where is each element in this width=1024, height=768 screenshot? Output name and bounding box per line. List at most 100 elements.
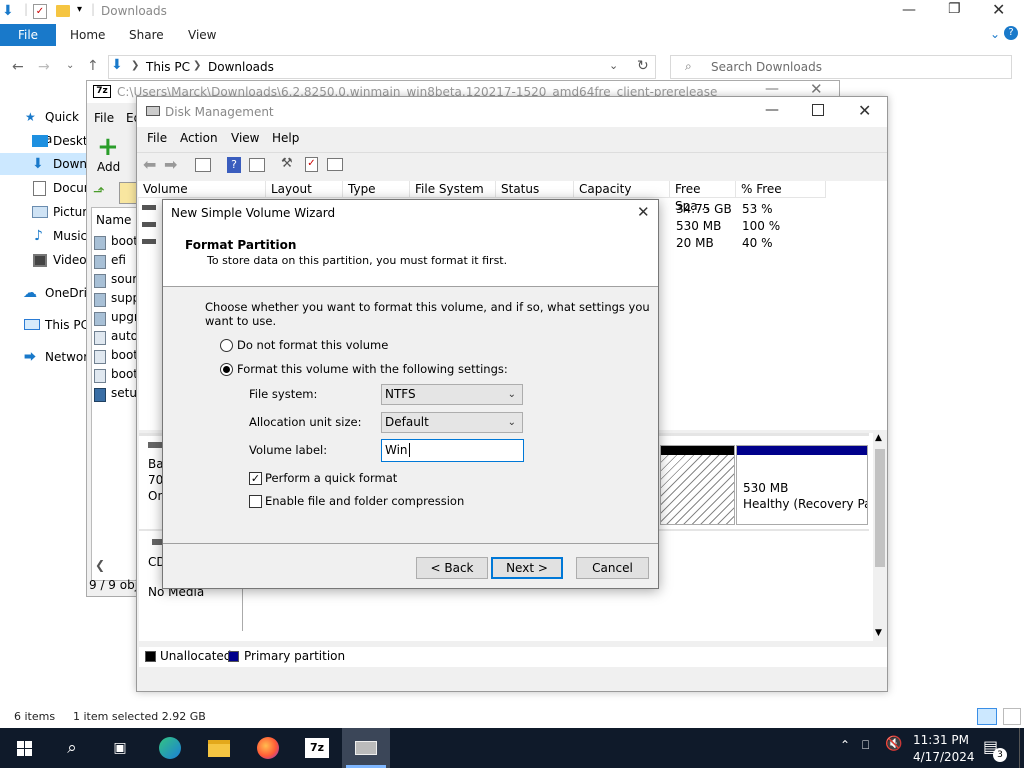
recovery-partition[interactable]: 530 MB Healthy (Recovery Part xyxy=(736,445,868,525)
search-icon[interactable]: ⌕ xyxy=(48,728,96,768)
back-button[interactable]: < Back xyxy=(416,557,488,579)
allocation-unit-select[interactable]: Default ⌄ xyxy=(381,412,523,433)
column-status[interactable]: Status xyxy=(496,181,574,198)
scroll-down-icon[interactable]: ▼ xyxy=(875,628,882,638)
nav-item-onedrive[interactable]: ☁ OneDriv xyxy=(0,282,94,304)
column-capacity[interactable]: Capacity xyxy=(574,181,670,198)
list-view-icon[interactable] xyxy=(327,158,343,171)
tab-home[interactable]: Home xyxy=(70,24,105,46)
details-view-icon[interactable] xyxy=(977,708,997,725)
chevron-down-icon[interactable]: ⌄ xyxy=(609,59,618,72)
nav-item-this-pc[interactable]: This PC xyxy=(0,314,90,336)
nav-item-quick-access[interactable]: ★ Quick a xyxy=(0,106,90,146)
chevron-up-icon[interactable]: ⌃ xyxy=(840,738,850,752)
disk-management-taskbar-icon[interactable] xyxy=(342,728,390,768)
forward-arrow-icon[interactable]: ➡ xyxy=(164,155,177,174)
column-free-space[interactable]: Free Spa... xyxy=(670,181,736,213)
new-folder-icon[interactable] xyxy=(56,5,70,17)
scrollbar[interactable]: ▲ ▼ xyxy=(873,433,887,641)
check-icon[interactable]: ✓ xyxy=(305,157,318,172)
nav-item-music[interactable]: ♪ Music xyxy=(0,225,90,247)
minimize-button[interactable]: — xyxy=(765,81,779,97)
back-arrow-icon[interactable]: ⬅ xyxy=(143,155,156,174)
back-button[interactable]: ← xyxy=(12,59,24,75)
up-button[interactable]: ↑ xyxy=(87,58,99,74)
menu-action[interactable]: Action xyxy=(180,131,218,145)
task-view-icon[interactable]: ▣ xyxy=(96,728,144,768)
column-name[interactable]: Name xyxy=(96,213,131,227)
unallocated-partition[interactable] xyxy=(660,445,735,525)
scroll-left-icon[interactable]: ❮ xyxy=(95,558,105,572)
7zip-add-label: Add xyxy=(97,160,121,174)
console-tree-icon[interactable] xyxy=(195,158,211,172)
volume-label-input[interactable]: Win xyxy=(381,439,524,462)
search-input[interactable]: ⌕ Search Downloads xyxy=(670,55,1012,79)
menu-file[interactable]: File xyxy=(147,131,167,145)
compression-label[interactable]: Enable file and folder compression xyxy=(265,494,464,508)
volume-muted-icon[interactable]: 🔇 xyxy=(885,736,902,752)
properties-icon[interactable] xyxy=(249,158,265,172)
option-format-volume-label[interactable]: Format this volume with the following se… xyxy=(237,362,508,376)
compression-checkbox[interactable] xyxy=(249,495,262,508)
radio-format-volume[interactable] xyxy=(220,363,233,376)
breadcrumb-downloads[interactable]: Downloads xyxy=(208,60,274,74)
menu-view[interactable]: View xyxy=(231,131,259,145)
nav-item-documents[interactable]: Docum xyxy=(0,177,95,199)
file-system-select[interactable]: NTFS ⌄ xyxy=(381,384,523,405)
recent-dropdown[interactable]: ⌄ xyxy=(66,60,74,71)
minimize-button[interactable]: — xyxy=(765,102,779,118)
refresh-icon[interactable]: ↻ xyxy=(637,58,649,74)
ribbon-expand-icon[interactable]: ⌄ xyxy=(990,27,1000,41)
address-bar[interactable]: ⬇ ❯ This PC ❯ Downloads ⌄ ↻ xyxy=(108,55,656,79)
close-button[interactable]: ✕ xyxy=(858,101,871,120)
folder-up-icon[interactable]: ⬏ xyxy=(93,184,105,200)
cancel-button[interactable]: Cancel xyxy=(576,557,649,579)
nav-item-desktop[interactable]: Deskto xyxy=(0,130,95,152)
tab-share[interactable]: Share xyxy=(129,24,164,46)
7zip-menu-file[interactable]: File xyxy=(94,111,114,125)
file-explorer-icon[interactable] xyxy=(195,728,243,768)
nav-item-videos[interactable]: Videos xyxy=(0,249,93,271)
forward-button[interactable]: → xyxy=(38,59,50,75)
tab-view[interactable]: View xyxy=(188,24,216,46)
next-button[interactable]: Next > xyxy=(491,557,563,579)
add-icon[interactable]: + xyxy=(97,134,119,160)
quick-access-dropdown-icon[interactable]: ▾ xyxy=(77,4,82,15)
start-button[interactable] xyxy=(0,728,48,768)
7zip-taskbar-icon[interactable]: 7z xyxy=(293,728,341,768)
minimize-button[interactable]: — xyxy=(902,2,916,18)
show-desktop-button[interactable] xyxy=(1019,728,1024,768)
properties-icon[interactable]: ✓ xyxy=(33,4,47,19)
help-icon[interactable]: ? xyxy=(1004,26,1018,40)
quick-format-checkbox[interactable]: ✓ xyxy=(249,472,262,485)
column-file-system[interactable]: File System xyxy=(410,181,496,198)
window-title: Downloads xyxy=(101,4,167,18)
music-icon: ♪ xyxy=(34,228,43,244)
close-button[interactable]: ✕ xyxy=(637,203,650,221)
nav-item-network[interactable]: ⮕ Networ xyxy=(0,346,90,368)
breadcrumb-this-pc[interactable]: This PC xyxy=(146,60,190,74)
nav-item-pictures[interactable]: Pictur xyxy=(0,201,90,223)
maximize-button[interactable] xyxy=(812,104,824,116)
network-icon[interactable]: ⎕ xyxy=(862,738,869,753)
maximize-button[interactable]: ❐ xyxy=(948,1,961,17)
clock-date[interactable]: 4/17/2024 xyxy=(913,750,975,764)
edge-icon[interactable] xyxy=(146,728,194,768)
help-icon[interactable]: ? xyxy=(227,157,241,173)
connect-icon[interactable]: ⚒ xyxy=(281,156,293,171)
column-layout[interactable]: Layout xyxy=(266,181,343,198)
scroll-up-icon[interactable]: ▲ xyxy=(875,433,882,443)
menu-help[interactable]: Help xyxy=(272,131,299,145)
file-tab[interactable]: File xyxy=(0,24,56,46)
firefox-icon[interactable] xyxy=(244,728,292,768)
column-type[interactable]: Type xyxy=(343,181,410,198)
column-volume[interactable]: Volume xyxy=(138,181,266,198)
radio-do-not-format[interactable] xyxy=(220,339,233,352)
close-button[interactable]: ✕ xyxy=(992,0,1005,19)
quick-format-label[interactable]: Perform a quick format xyxy=(265,471,397,485)
option-do-not-format-label[interactable]: Do not format this volume xyxy=(237,338,388,352)
nav-item-downloads[interactable]: ⬇ Downl xyxy=(0,153,90,175)
column-percent-free[interactable]: % Free xyxy=(736,181,826,198)
large-icons-view-icon[interactable] xyxy=(1003,708,1021,725)
clock-time[interactable]: 11:31 PM xyxy=(913,733,969,747)
